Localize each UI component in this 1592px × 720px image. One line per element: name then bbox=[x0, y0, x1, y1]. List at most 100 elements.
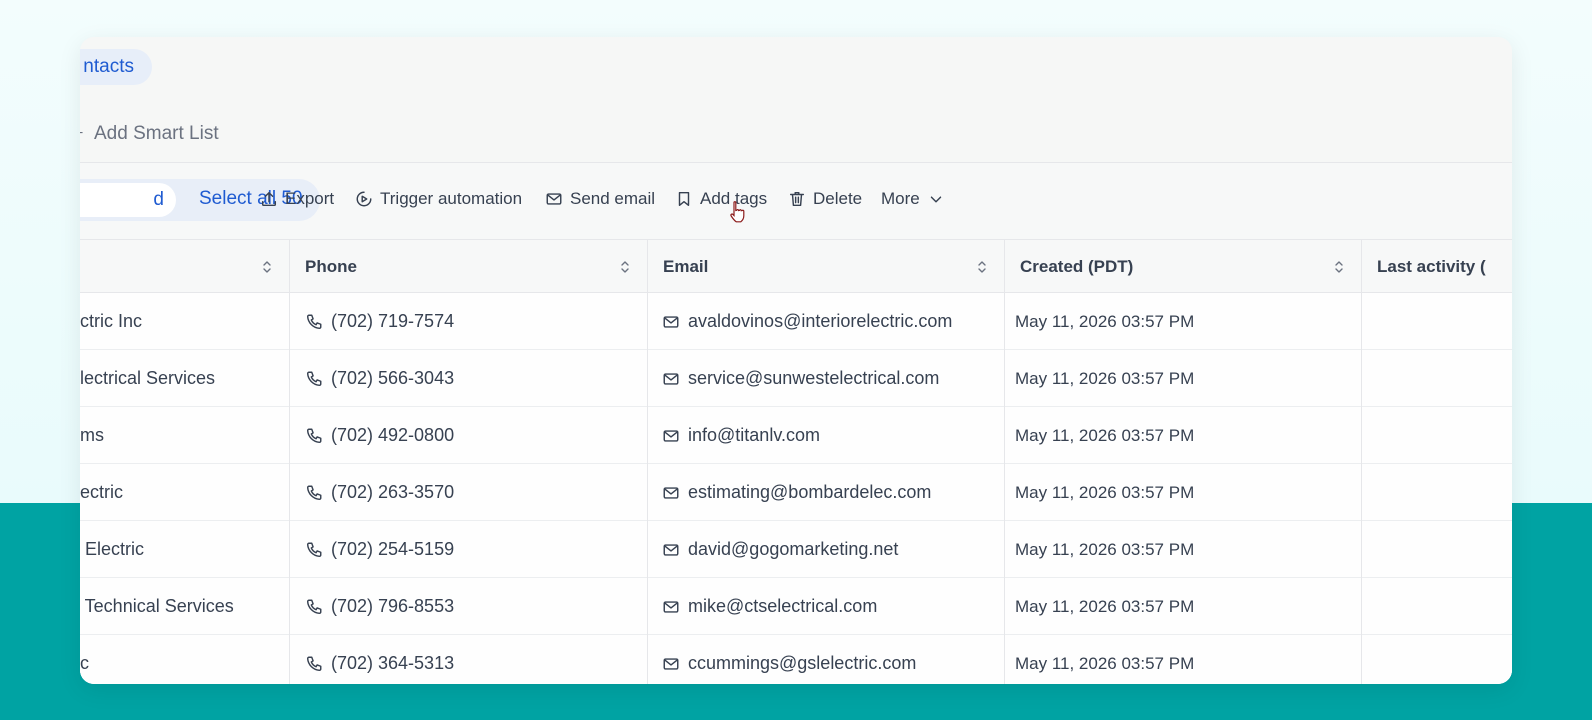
column-header-email[interactable]: Email bbox=[647, 240, 1004, 294]
column-header-last-activity[interactable]: Last activity ( bbox=[1361, 240, 1512, 294]
sort-icon[interactable] bbox=[1333, 259, 1345, 275]
phone-icon bbox=[306, 599, 322, 614]
phone-text: (702) 796-8553 bbox=[331, 596, 455, 616]
table-row[interactable]: c (702) 364-5313 ccummings@gslelectric.com… bbox=[80, 635, 1512, 684]
company-text: lectrical Services bbox=[80, 368, 216, 388]
column-header-company[interactable] bbox=[80, 240, 289, 294]
table-row[interactable]: ctric Inc (702) 719-7574 avaldovinos@inter… bbox=[80, 293, 1512, 350]
table-header: Phone Email Created (PDT) Last activity … bbox=[80, 239, 1512, 293]
cell-last-activity bbox=[1361, 350, 1512, 407]
created-text: May 11, 2026 03:57 PM bbox=[1015, 311, 1195, 331]
cell-last-activity bbox=[1361, 464, 1512, 521]
email-text: service@sunwestelectrical.com bbox=[688, 368, 940, 388]
upload-icon bbox=[261, 191, 277, 207]
mail-icon bbox=[663, 657, 679, 670]
trigger-automation-button[interactable]: Trigger automation bbox=[355, 189, 522, 209]
phone-text: (702) 263-3570 bbox=[331, 482, 455, 502]
cell-phone[interactable]: (702) 254-5159 bbox=[305, 521, 454, 578]
cell-company: ctric Inc bbox=[80, 293, 142, 350]
phone-icon bbox=[306, 542, 322, 557]
created-text: May 11, 2026 03:57 PM bbox=[1015, 653, 1195, 673]
sort-icon[interactable] bbox=[261, 259, 273, 275]
cell-created: May 11, 2026 03:57 PM bbox=[1015, 293, 1194, 350]
send-email-button[interactable]: Send email bbox=[545, 189, 655, 209]
created-text: May 11, 2026 03:57 PM bbox=[1015, 368, 1195, 388]
phone-text: (702) 492-0800 bbox=[331, 425, 455, 445]
column-divider bbox=[1361, 239, 1362, 684]
company-text: Technical Services bbox=[80, 596, 234, 616]
sort-icon[interactable] bbox=[619, 259, 631, 275]
contacts-table: Phone Email Created (PDT) Last activity … bbox=[80, 239, 1512, 684]
cell-email[interactable]: mike@ctselectrical.com bbox=[662, 578, 877, 635]
cell-email[interactable]: ccummings@gslelectric.com bbox=[662, 635, 916, 684]
table-row[interactable]: Electric (702) 254-5159 david@gogomarketin… bbox=[80, 521, 1512, 578]
tab-contacts[interactable]: ntacts bbox=[80, 49, 152, 85]
delete-button[interactable]: Delete bbox=[788, 189, 862, 209]
table-row[interactable]: ectric (702) 263-3570 estimating@bombardel… bbox=[80, 464, 1512, 521]
cell-company: ms bbox=[80, 407, 104, 464]
cell-created: May 11, 2026 03:57 PM bbox=[1015, 521, 1194, 578]
cell-last-activity bbox=[1361, 635, 1512, 684]
add-smart-list-label: Add Smart List bbox=[94, 123, 219, 144]
cell-last-activity bbox=[1361, 293, 1512, 350]
selected-count-label: d bbox=[153, 189, 164, 210]
cell-email[interactable]: estimating@bombardelec.com bbox=[662, 464, 931, 521]
phone-text: (702) 254-5159 bbox=[331, 539, 455, 559]
phone-icon bbox=[306, 371, 322, 386]
cell-email[interactable]: info@titanlv.com bbox=[662, 407, 820, 464]
plus-icon: + bbox=[80, 125, 86, 143]
column-header-created[interactable]: Created (PDT) bbox=[1004, 240, 1361, 294]
bulk-actions-toolbar: d Select all 50 Export Trigger automatio… bbox=[80, 163, 1512, 239]
add-tags-button[interactable]: Add tags bbox=[675, 189, 767, 209]
mail-icon bbox=[663, 315, 679, 328]
cell-company: c bbox=[80, 635, 89, 684]
created-text: May 11, 2026 03:57 PM bbox=[1015, 482, 1195, 502]
cell-created: May 11, 2026 03:57 PM bbox=[1015, 407, 1194, 464]
table-row[interactable]: lectrical Services (702) 566-3043 service@… bbox=[80, 350, 1512, 407]
sort-icon[interactable] bbox=[976, 259, 988, 275]
cell-phone[interactable]: (702) 263-3570 bbox=[305, 464, 454, 521]
selected-count-button[interactable]: d bbox=[80, 183, 176, 217]
company-text: ctric Inc bbox=[80, 311, 143, 331]
cell-email[interactable]: david@gogomarketing.net bbox=[662, 521, 898, 578]
created-text: May 11, 2026 03:57 PM bbox=[1015, 596, 1195, 616]
mail-icon bbox=[663, 543, 679, 556]
email-text: mike@ctselectrical.com bbox=[688, 596, 878, 616]
email-text: info@titanlv.com bbox=[688, 425, 820, 445]
email-text: avaldovinos@interiorelectric.com bbox=[688, 311, 953, 331]
trash-icon bbox=[789, 191, 805, 207]
mail-icon bbox=[663, 600, 679, 613]
cell-company: lectrical Services bbox=[80, 350, 215, 407]
phone-text: (702) 566-3043 bbox=[331, 368, 455, 388]
chevron-down-icon bbox=[930, 196, 941, 203]
cell-last-activity bbox=[1361, 578, 1512, 635]
created-text: May 11, 2026 03:57 PM bbox=[1015, 425, 1195, 445]
table-row[interactable]: ms (702) 492-0800 info@titanlv.com May 11, … bbox=[80, 407, 1512, 464]
column-divider bbox=[1004, 239, 1005, 684]
cell-phone[interactable]: (702) 566-3043 bbox=[305, 350, 454, 407]
phone-icon bbox=[306, 656, 322, 671]
cell-phone[interactable]: (702) 492-0800 bbox=[305, 407, 454, 464]
cell-email[interactable]: avaldovinos@interiorelectric.com bbox=[662, 293, 952, 350]
cell-created: May 11, 2026 03:57 PM bbox=[1015, 635, 1194, 684]
cell-phone[interactable]: (702) 719-7574 bbox=[305, 293, 454, 350]
column-divider bbox=[289, 239, 290, 684]
cell-phone[interactable]: (702) 796-8553 bbox=[305, 578, 454, 635]
cell-email[interactable]: service@sunwestelectrical.com bbox=[662, 350, 939, 407]
add-smart-list-button[interactable]: + Add Smart List bbox=[80, 123, 219, 145]
more-menu-button[interactable]: More bbox=[881, 189, 945, 209]
column-header-phone[interactable]: Phone bbox=[289, 240, 647, 294]
export-label: Export bbox=[285, 189, 335, 208]
company-text: c bbox=[80, 653, 89, 673]
cell-last-activity bbox=[1361, 407, 1512, 464]
cell-phone[interactable]: (702) 364-5313 bbox=[305, 635, 454, 684]
cell-company: Technical Services bbox=[80, 578, 234, 635]
company-text: Electric bbox=[80, 539, 145, 559]
email-text: david@gogomarketing.net bbox=[688, 539, 899, 559]
created-text: May 11, 2026 03:57 PM bbox=[1015, 539, 1195, 559]
mail-icon bbox=[663, 429, 679, 442]
mail-icon bbox=[546, 193, 562, 205]
table-row[interactable]: Technical Services (702) 796-8553 mike@cts… bbox=[80, 578, 1512, 635]
column-header-created-label: Created (PDT) bbox=[1020, 257, 1134, 276]
export-button[interactable]: Export bbox=[260, 189, 334, 209]
